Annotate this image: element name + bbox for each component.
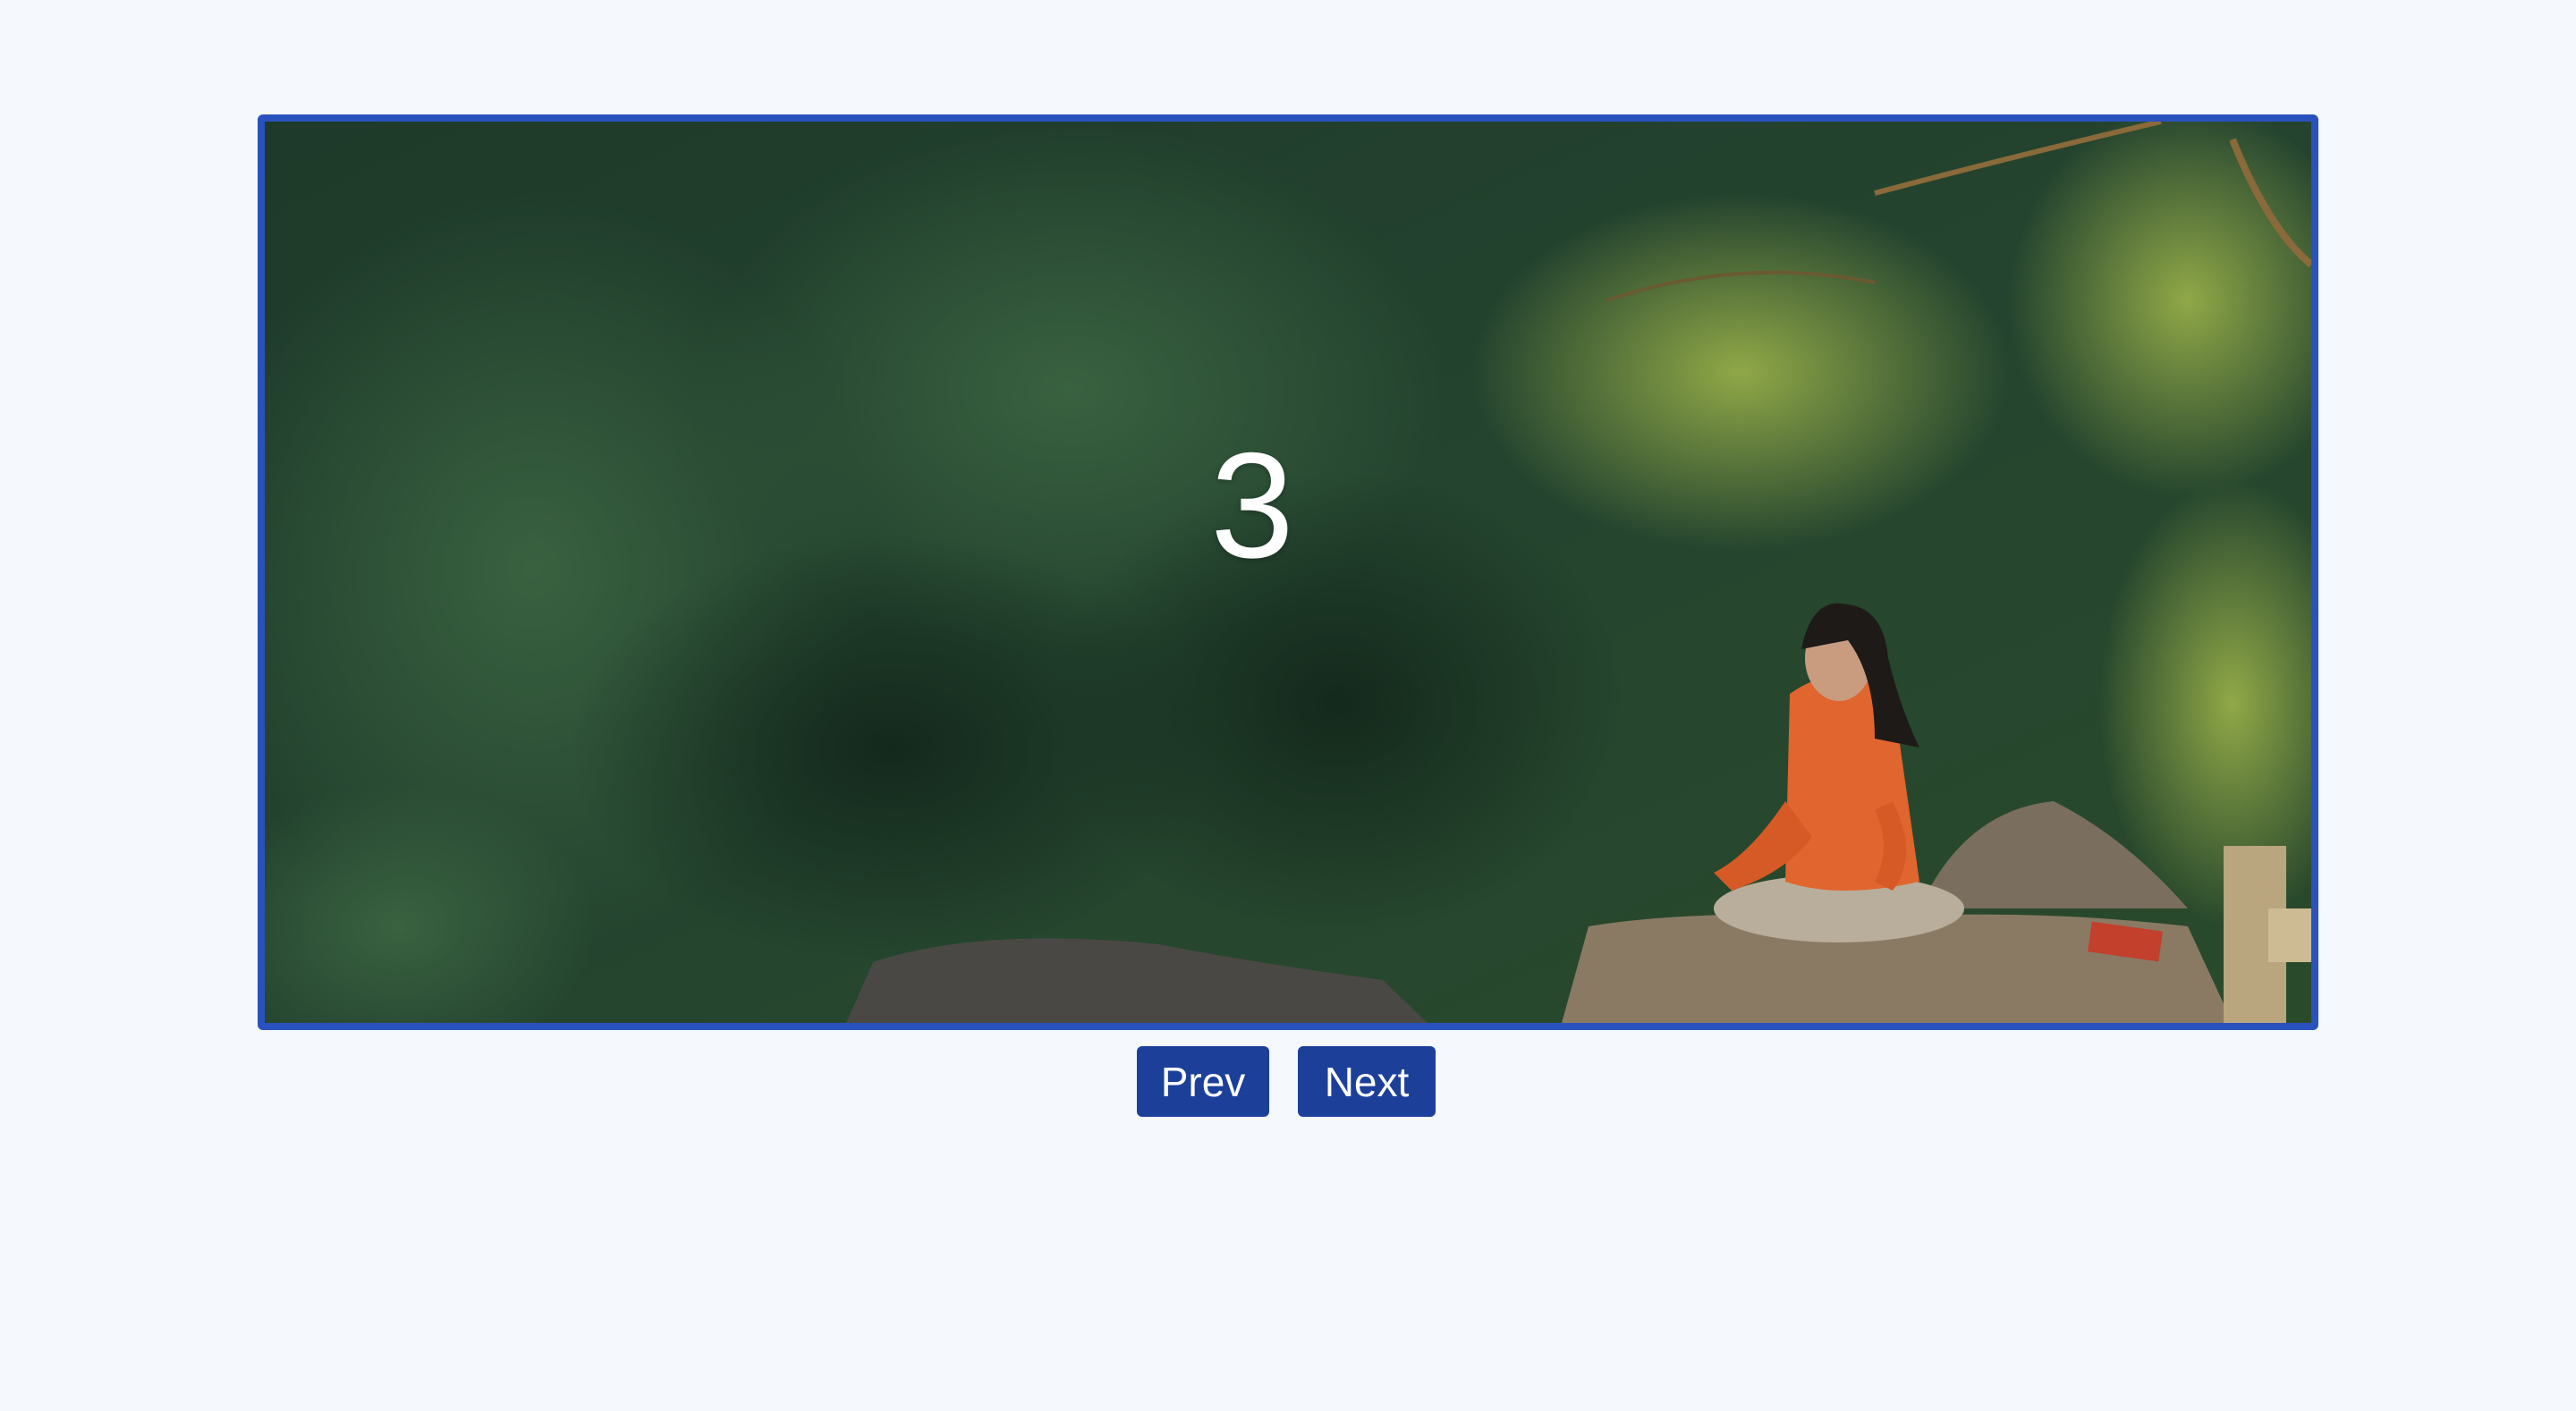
prev-button[interactable]: Prev	[1137, 1046, 1269, 1117]
next-button[interactable]: Next	[1298, 1046, 1436, 1117]
carousel-frame: 3	[258, 114, 2318, 1030]
carousel-controls: Prev Next	[0, 1046, 2576, 1117]
carousel-slide: 3	[265, 122, 2311, 1023]
slide-number: 3	[1210, 421, 1294, 589]
